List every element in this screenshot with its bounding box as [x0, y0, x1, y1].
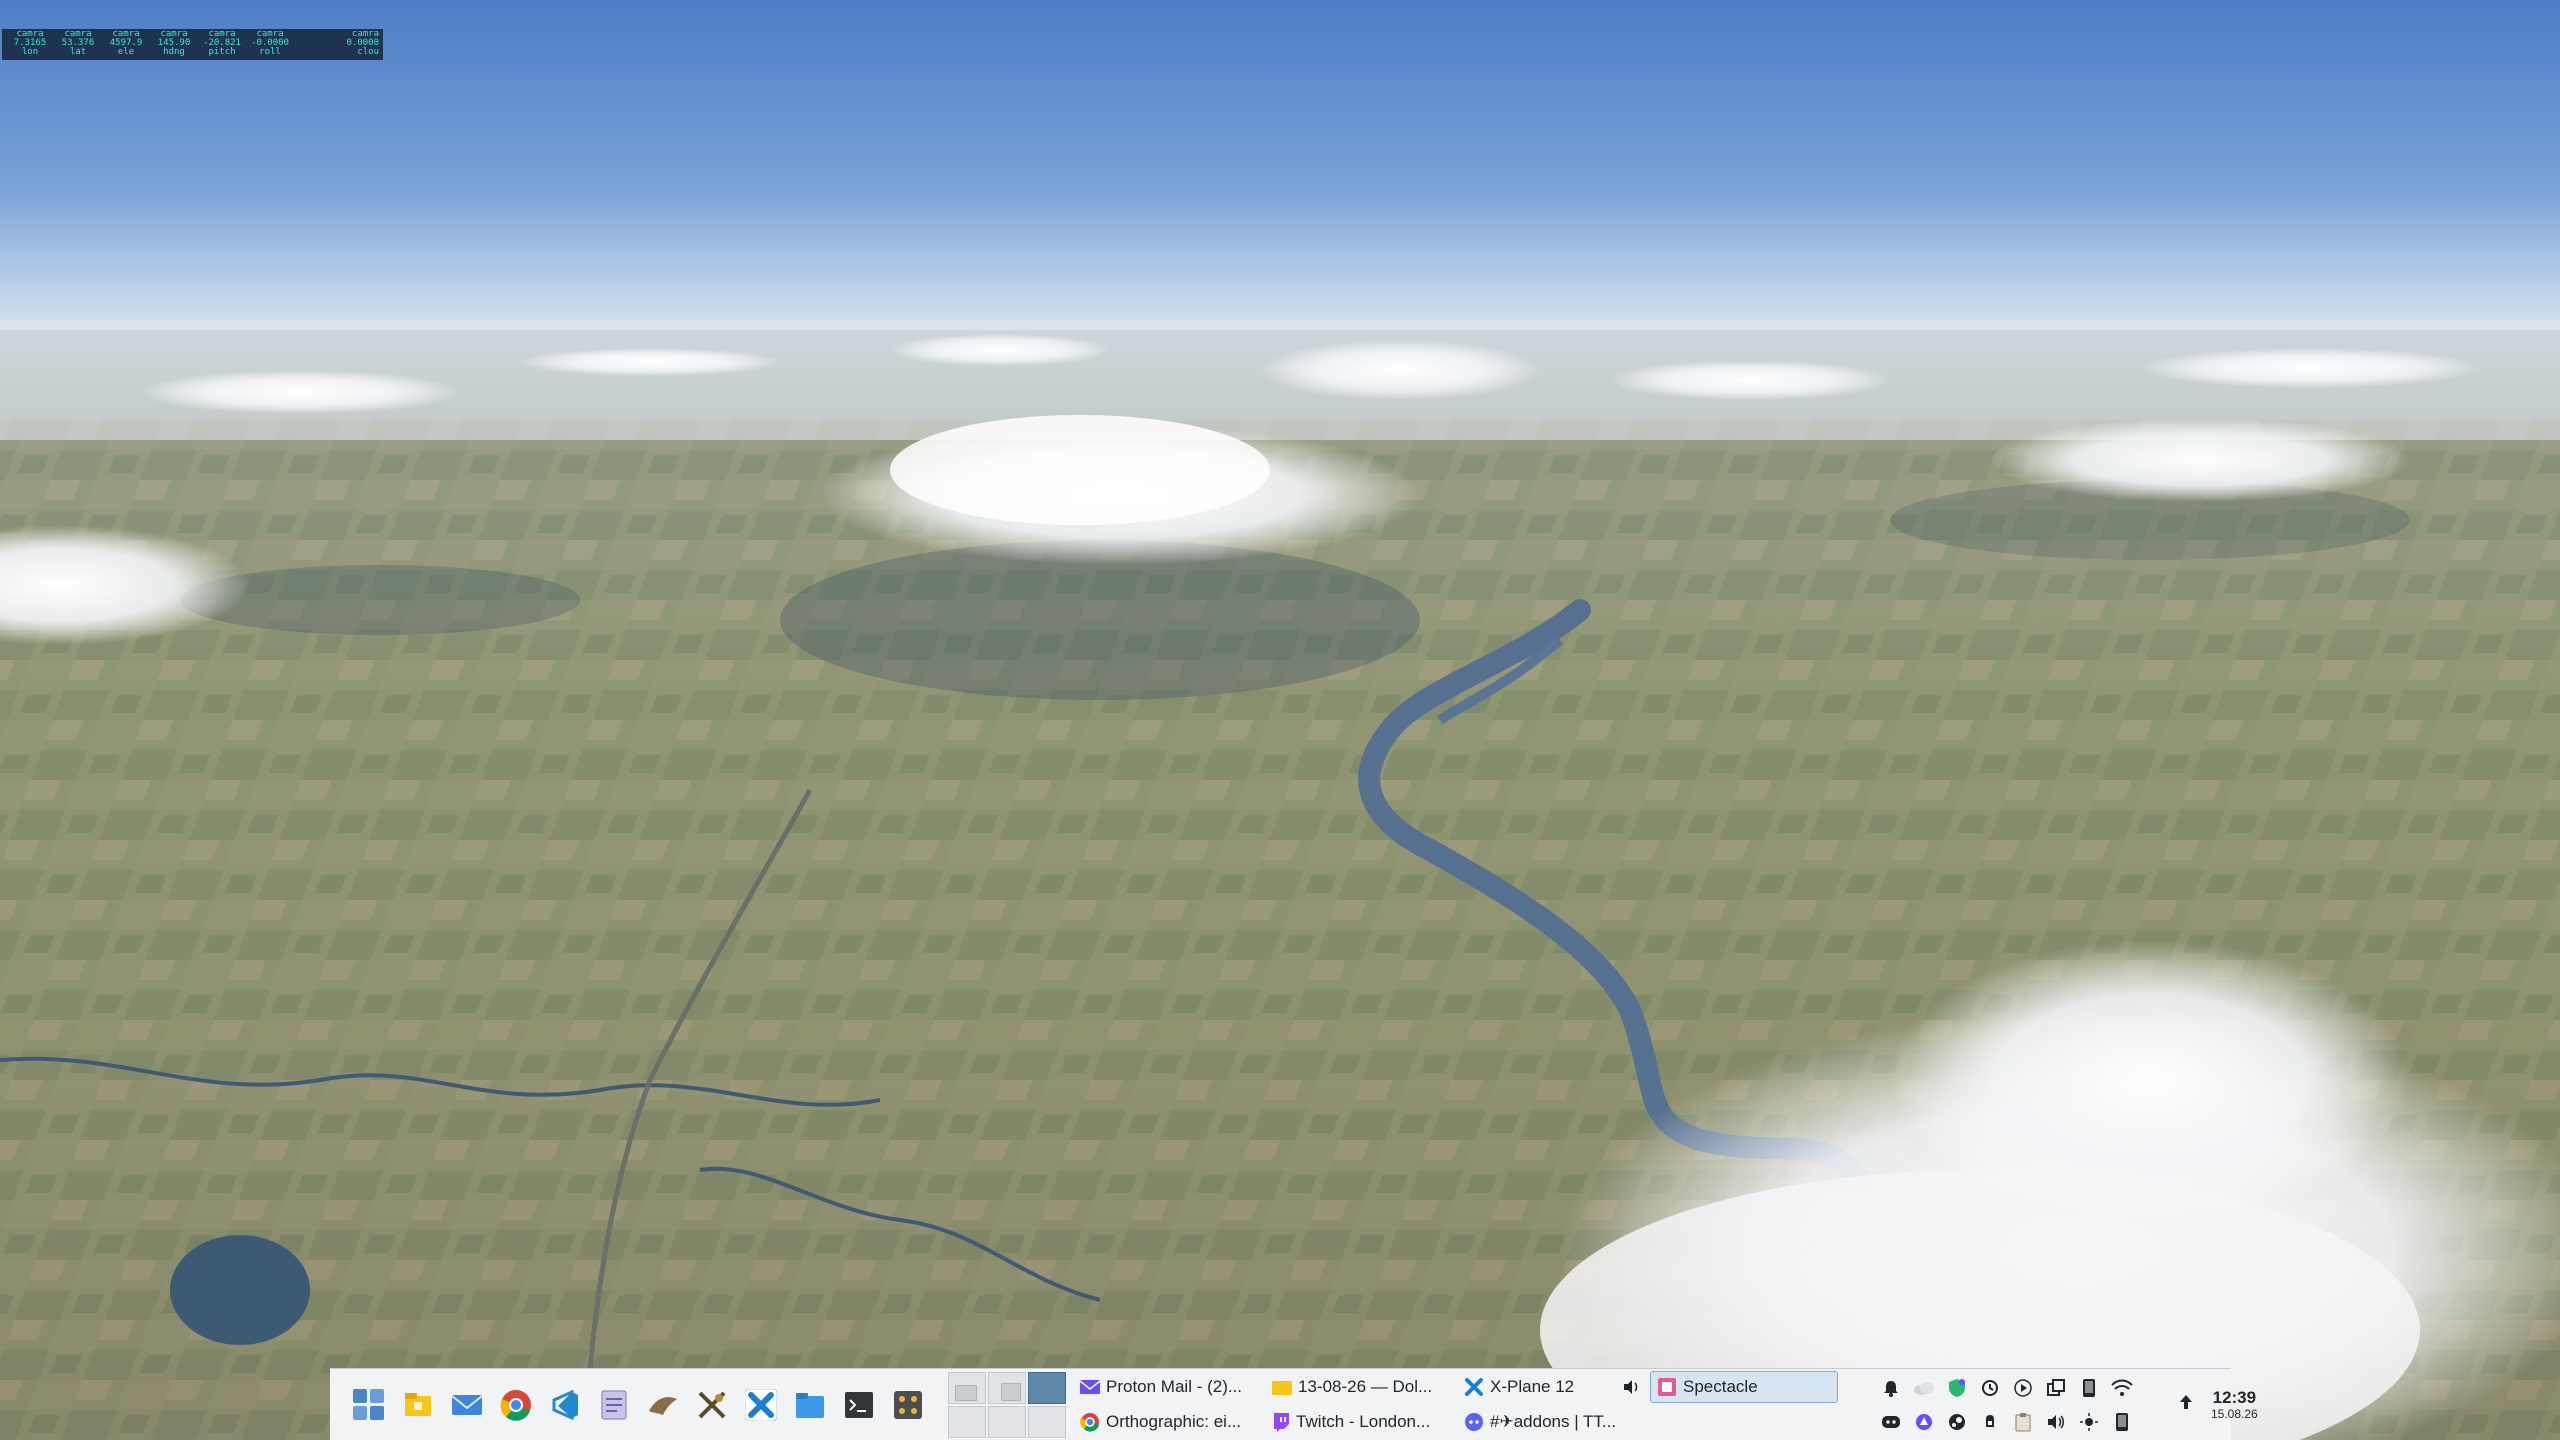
task-label: #✈addons | TT...	[1490, 1412, 1617, 1431]
digital-clock[interactable]: 12:39 15.08.26	[2211, 1387, 2258, 1421]
brightness-icon[interactable]	[2072, 1406, 2105, 1438]
desktop-4[interactable]	[948, 1405, 986, 1438]
task-manager: Proton Mail - (2)... 13-08-26 — Dol... X…	[1074, 1371, 1838, 1438]
audio-playing-icon[interactable]	[1622, 1378, 1640, 1396]
twitch-icon	[1274, 1413, 1289, 1432]
vscode-icon[interactable]	[548, 1388, 581, 1421]
clock-date: 15.08.26	[2211, 1406, 2258, 1421]
dataref-column: camra 145.90 hdng	[150, 30, 198, 59]
desktop-1[interactable]	[948, 1371, 986, 1404]
task-discord[interactable]: #✈addons | TT...	[1458, 1406, 1646, 1438]
dataref-column: camra 4597.9 ele	[102, 30, 150, 59]
dataref-unit: pitch	[208, 47, 236, 57]
steam-icon[interactable]	[1940, 1406, 1973, 1438]
terminal-icon[interactable]	[842, 1388, 875, 1421]
task-label: Spectacle	[1683, 1377, 1758, 1396]
xplane-icon[interactable]	[744, 1388, 777, 1421]
launcher-bar	[330, 1369, 924, 1440]
dataref-unit: hdng	[163, 47, 185, 57]
bird-app-icon[interactable]	[646, 1388, 679, 1421]
mail-icon[interactable]	[450, 1388, 483, 1421]
dataref-unit: lon	[21, 47, 39, 57]
discord-tray-icon[interactable]	[1874, 1406, 1907, 1438]
task-twitch[interactable]: Twitch - London...	[1266, 1406, 1454, 1438]
dataref-unit: lat	[69, 47, 87, 57]
dataref-column: camra 7.3165 lon	[6, 30, 54, 59]
chrome-icon	[1080, 1413, 1099, 1432]
discord-icon	[1465, 1413, 1483, 1431]
window-switcher-icon[interactable]	[2039, 1372, 2072, 1404]
task-proton-mail[interactable]: Proton Mail - (2)...	[1074, 1371, 1262, 1403]
text-editor-icon[interactable]	[597, 1388, 630, 1421]
clipboard-icon[interactable]	[2006, 1406, 2039, 1438]
dataref-unit: roll	[259, 47, 281, 57]
dataref-column: camra 53.376 lat	[54, 30, 102, 59]
task-xplane[interactable]: X-Plane 12	[1458, 1371, 1646, 1403]
task-label: Twitch - London...	[1296, 1412, 1431, 1431]
dataref-unit: clou	[357, 47, 379, 57]
task-label: Orthographic: ei...	[1106, 1412, 1242, 1431]
task-orthographic[interactable]: Orthographic: ei...	[1074, 1406, 1262, 1438]
task-dolphin[interactable]: 13-08-26 — Dol...	[1266, 1371, 1454, 1403]
desktop-3[interactable]	[1028, 1371, 1066, 1404]
update-icon[interactable]	[1973, 1372, 2006, 1404]
task-label: 13-08-26 — Dol...	[1298, 1377, 1433, 1396]
system-tray	[1874, 1372, 2171, 1438]
desktop-5[interactable]	[988, 1405, 1026, 1438]
media-player-icon[interactable]	[2006, 1372, 2039, 1404]
taskbar-panel: Proton Mail - (2)... 13-08-26 — Dol... X…	[330, 1368, 2258, 1440]
chrome-icon[interactable]	[499, 1388, 532, 1421]
notes-folder-icon[interactable]	[401, 1388, 434, 1421]
cloud-sync-icon[interactable]	[1907, 1372, 1940, 1404]
spectacle-icon	[1658, 1378, 1676, 1396]
app-menu-icon[interactable]	[352, 1388, 385, 1421]
desktop-2[interactable]	[988, 1371, 1026, 1404]
proton-tray-icon[interactable]	[1907, 1406, 1940, 1438]
xplane-icon	[1465, 1378, 1483, 1396]
task-label: Proton Mail - (2)...	[1106, 1377, 1243, 1396]
mixer-icon[interactable]	[891, 1388, 924, 1421]
dropbox-icon[interactable]	[1973, 1406, 2006, 1438]
task-spectacle[interactable]: Spectacle	[1650, 1371, 1838, 1403]
dataref-column: camra 0.0000 clou	[331, 30, 379, 59]
mail-icon	[1080, 1380, 1100, 1394]
phone-connect-icon[interactable]	[2072, 1372, 2105, 1404]
desktop-6[interactable]	[1028, 1405, 1066, 1438]
clock-time: 12:39	[2212, 1387, 2257, 1407]
virtual-desktop-pager	[948, 1371, 1066, 1438]
flight-sim-scenery	[0, 0, 2560, 1440]
xplane-tool-icon[interactable]	[695, 1388, 728, 1421]
wifi-icon[interactable]	[2105, 1372, 2138, 1404]
notifications-icon[interactable]	[1874, 1372, 1907, 1404]
dataref-overlay: camra 7.3165 lon camra 53.376 lat camra …	[2, 29, 383, 60]
vpn-shield-icon[interactable]	[1940, 1372, 1973, 1404]
expand-tray-icon[interactable]	[2179, 1393, 2193, 1416]
dataref-unit: ele	[117, 47, 135, 57]
folder-icon	[1272, 1381, 1292, 1395]
kdeconnect-icon[interactable]	[2105, 1406, 2138, 1438]
volume-icon[interactable]	[2039, 1406, 2072, 1438]
dataref-column: camra -0.0000 roll	[246, 30, 294, 59]
task-label: X-Plane 12	[1490, 1377, 1575, 1396]
files-icon[interactable]	[793, 1388, 826, 1421]
dataref-column: camra -20.821 pitch	[198, 30, 246, 59]
